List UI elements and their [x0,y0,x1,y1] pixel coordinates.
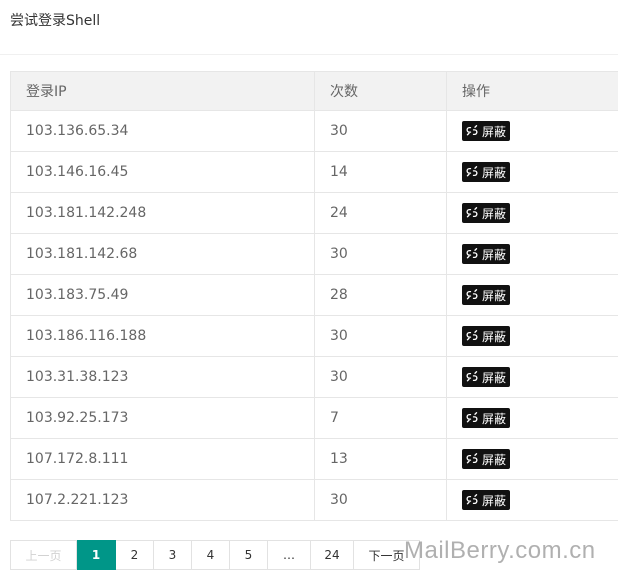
table-row: 107.2.221.123 30 屏蔽 [10,479,618,521]
unlink-icon [466,453,478,464]
action-cell: 屏蔽 [446,192,618,234]
watermark: MailBerry.com.cn [404,537,596,564]
block-button[interactable]: 屏蔽 [462,367,511,387]
action-cell: 屏蔽 [446,315,618,357]
table-row: 103.31.38.123 30 屏蔽 [10,356,618,398]
ip-cell: 103.31.38.123 [10,356,315,398]
column-header-ip: 登录IP [10,71,315,111]
unlink-icon [466,166,478,177]
page-button-3[interactable]: 3 [154,540,192,570]
ip-cell: 103.146.16.45 [10,151,315,193]
page-header: 尝试登录Shell [0,0,618,55]
page-ellipsis: … [268,540,311,570]
block-button-label: 屏蔽 [482,247,507,262]
block-button-label: 屏蔽 [482,165,507,180]
block-button-label: 屏蔽 [482,452,507,467]
ip-cell: 103.136.65.34 [10,110,315,152]
ip-cell: 103.186.116.188 [10,315,315,357]
block-button[interactable]: 屏蔽 [462,244,511,264]
count-cell: 30 [314,110,447,152]
table-header-row: 登录IP 次数 操作 [10,71,618,111]
block-button[interactable]: 屏蔽 [462,408,511,428]
table-row: 107.172.8.111 13 屏蔽 [10,438,618,480]
unlink-icon [466,412,478,423]
unlink-icon [466,289,478,300]
block-button-label: 屏蔽 [482,411,507,426]
count-cell: 13 [314,438,447,480]
page-button-5[interactable]: 5 [230,540,268,570]
table-row: 103.136.65.34 30 屏蔽 [10,110,618,152]
ip-cell: 107.2.221.123 [10,479,315,521]
table-row: 103.186.116.188 30 屏蔽 [10,315,618,357]
block-button-label: 屏蔽 [482,329,507,344]
block-button[interactable]: 屏蔽 [462,449,511,469]
count-cell: 14 [314,151,447,193]
login-attempts-table: 登录IP 次数 操作 103.136.65.34 30 屏蔽 103.146.16.4… [10,71,618,521]
table-row: 103.183.75.49 28 屏蔽 [10,274,618,316]
action-cell: 屏蔽 [446,438,618,480]
unlink-icon [466,330,478,341]
prev-page-button[interactable]: 上一页 [10,540,77,570]
count-cell: 24 [314,192,447,234]
block-button[interactable]: 屏蔽 [462,162,511,182]
action-cell: 屏蔽 [446,274,618,316]
action-cell: 屏蔽 [446,110,618,152]
ip-cell: 107.172.8.111 [10,438,315,480]
action-cell: 屏蔽 [446,151,618,193]
ip-cell: 103.181.142.248 [10,192,315,234]
unlink-icon [466,248,478,259]
count-cell: 7 [314,397,447,439]
action-cell: 屏蔽 [446,356,618,398]
page-title: 尝试登录Shell [10,13,101,29]
block-button[interactable]: 屏蔽 [462,490,511,510]
block-button-label: 屏蔽 [482,124,507,139]
count-cell: 30 [314,233,447,275]
table-row: 103.181.142.68 30 屏蔽 [10,233,618,275]
block-button-label: 屏蔽 [482,493,507,508]
unlink-icon [466,207,478,218]
block-button[interactable]: 屏蔽 [462,285,511,305]
count-cell: 30 [314,356,447,398]
unlink-icon [466,494,478,505]
count-cell: 30 [314,479,447,521]
count-cell: 30 [314,315,447,357]
page-button-4[interactable]: 4 [192,540,230,570]
page-button-24[interactable]: 24 [311,540,354,570]
column-header-count: 次数 [314,71,447,111]
block-button-label: 屏蔽 [482,288,507,303]
page-button-1[interactable]: 1 [77,540,116,570]
block-button-label: 屏蔽 [482,206,507,221]
column-header-action: 操作 [446,71,618,111]
ip-cell: 103.181.142.68 [10,233,315,275]
block-button[interactable]: 屏蔽 [462,121,511,141]
pagination: 上一页 1 2 3 4 5 … 24 下一页 [10,540,420,570]
block-button[interactable]: 屏蔽 [462,203,511,223]
ip-cell: 103.92.25.173 [10,397,315,439]
unlink-icon [466,125,478,136]
unlink-icon [466,371,478,382]
count-cell: 28 [314,274,447,316]
table-row: 103.146.16.45 14 屏蔽 [10,151,618,193]
block-button[interactable]: 屏蔽 [462,326,511,346]
ip-cell: 103.183.75.49 [10,274,315,316]
action-cell: 屏蔽 [446,479,618,521]
action-cell: 屏蔽 [446,397,618,439]
block-button-label: 屏蔽 [482,370,507,385]
page-button-2[interactable]: 2 [116,540,154,570]
table-row: 103.92.25.173 7 屏蔽 [10,397,618,439]
table-row: 103.181.142.248 24 屏蔽 [10,192,618,234]
action-cell: 屏蔽 [446,233,618,275]
